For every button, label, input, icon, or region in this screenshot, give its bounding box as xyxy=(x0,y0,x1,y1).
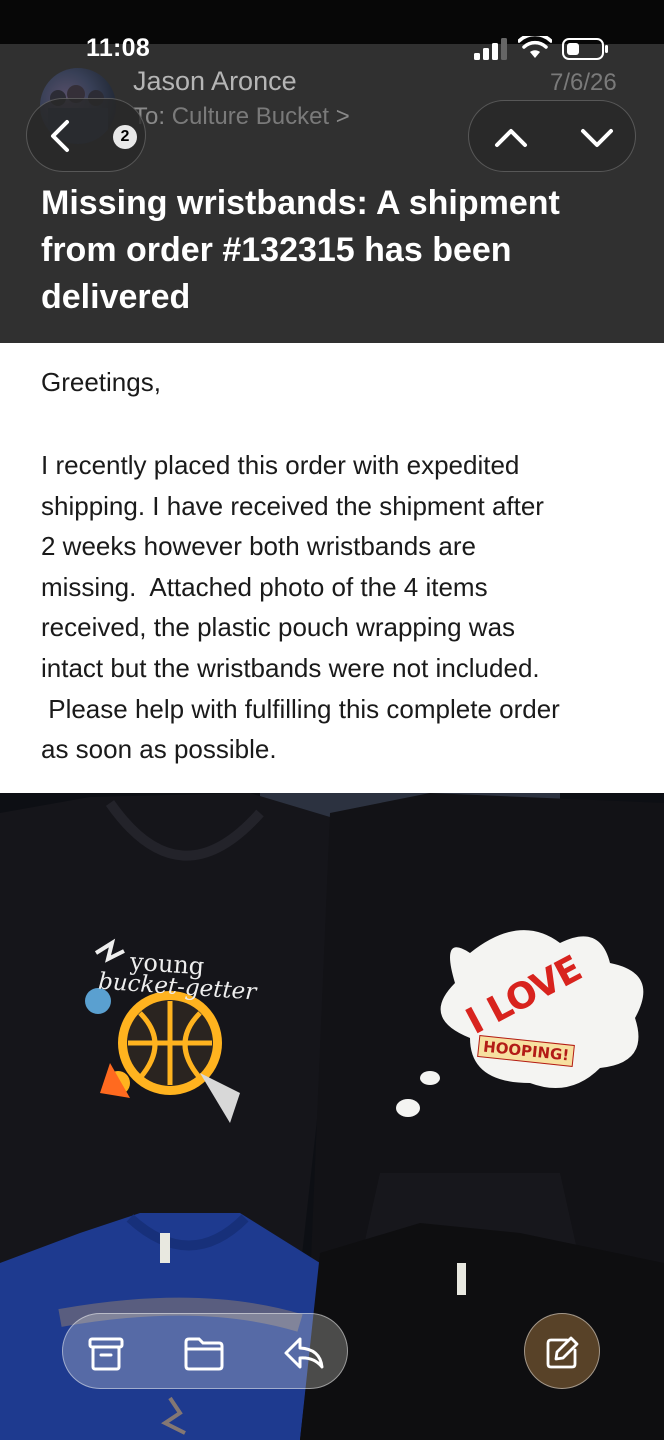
compose-icon xyxy=(546,1336,579,1369)
paragraph-line: I recently placed this order with expedi… xyxy=(41,450,520,480)
message-greeting: Greetings, xyxy=(41,367,161,397)
cellular-signal-icon xyxy=(474,38,507,60)
chevron-up-icon[interactable] xyxy=(491,119,531,155)
paragraph-line: as soon as possible. xyxy=(41,734,277,765)
folder-icon[interactable] xyxy=(182,1333,226,1373)
wifi-icon xyxy=(518,36,552,58)
recipient-chevron: > xyxy=(335,103,350,130)
paragraph-line: 2 weeks however both wristbands are xyxy=(41,531,477,562)
unread-count-badge: 2 xyxy=(113,125,137,149)
chevron-left-icon xyxy=(51,120,69,152)
recipient-name: Culture Bucket xyxy=(171,103,330,130)
message-body: Greetings, I recently placed this order … xyxy=(0,343,664,793)
paragraph-line: Please help with fulfilling this complet… xyxy=(41,693,560,724)
message-date: 7/6/26 xyxy=(550,69,617,96)
compose-button[interactable] xyxy=(524,1313,600,1389)
sender-name[interactable]: Jason Aronce xyxy=(133,66,297,97)
archive-icon[interactable] xyxy=(84,1333,128,1373)
message-navigation xyxy=(468,100,636,172)
message-subject: Missing wristbands: A shipment from orde… xyxy=(41,184,560,316)
chevron-down-icon[interactable] xyxy=(577,119,617,155)
paragraph-line: missing. Attached photo of the 4 items xyxy=(41,571,488,602)
back-button[interactable]: 2 xyxy=(26,98,146,172)
battery-icon xyxy=(562,38,608,60)
paragraph-line: shipping. I have received the shipment a… xyxy=(41,490,544,521)
recipient-line[interactable]: To: Culture Bucket > xyxy=(133,103,350,131)
paragraph-line: received, the plastic pouch wrapping was xyxy=(41,612,516,643)
reply-icon[interactable] xyxy=(282,1333,326,1373)
message-paragraph: I recently placed this order with expedi… xyxy=(41,445,641,770)
status-time: 11:08 xyxy=(86,34,151,62)
paragraph-line: intact but the wristbands were not inclu… xyxy=(41,652,540,683)
message-header: 11:08 Jason Aronce To: Culture Bucket > … xyxy=(0,0,664,343)
